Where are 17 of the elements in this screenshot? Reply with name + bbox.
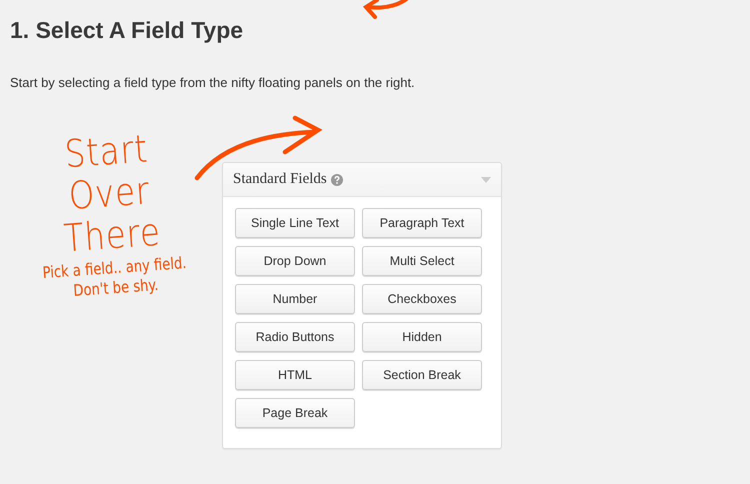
field-type-button[interactable]: Hidden [362, 322, 482, 352]
field-type-button[interactable]: Checkboxes [362, 284, 482, 314]
field-type-button[interactable]: Drop Down [235, 246, 355, 276]
field-type-button[interactable]: Number [235, 284, 355, 314]
field-type-button[interactable]: Section Break [362, 360, 482, 390]
field-type-button[interactable]: Radio Buttons [235, 322, 355, 352]
field-type-button[interactable]: Multi Select [362, 246, 482, 276]
field-type-button[interactable]: Page Break [235, 398, 355, 428]
handwritten-note: Pick a field.. any field. Don't be shy. [40, 252, 188, 302]
panel-title: Standard Fields [233, 171, 327, 188]
field-type-button[interactable]: Paragraph Text [362, 208, 482, 238]
caret-icon[interactable] [481, 176, 491, 182]
field-type-button[interactable]: Single Line Text [235, 208, 355, 238]
intro-text: Start by selecting a field type from the nifty floating panels on the right. [10, 75, 415, 90]
page-heading: 1. Select A Field Type [10, 16, 244, 45]
field-type-button[interactable]: HTML [235, 360, 355, 390]
help-icon[interactable] [330, 174, 343, 186]
